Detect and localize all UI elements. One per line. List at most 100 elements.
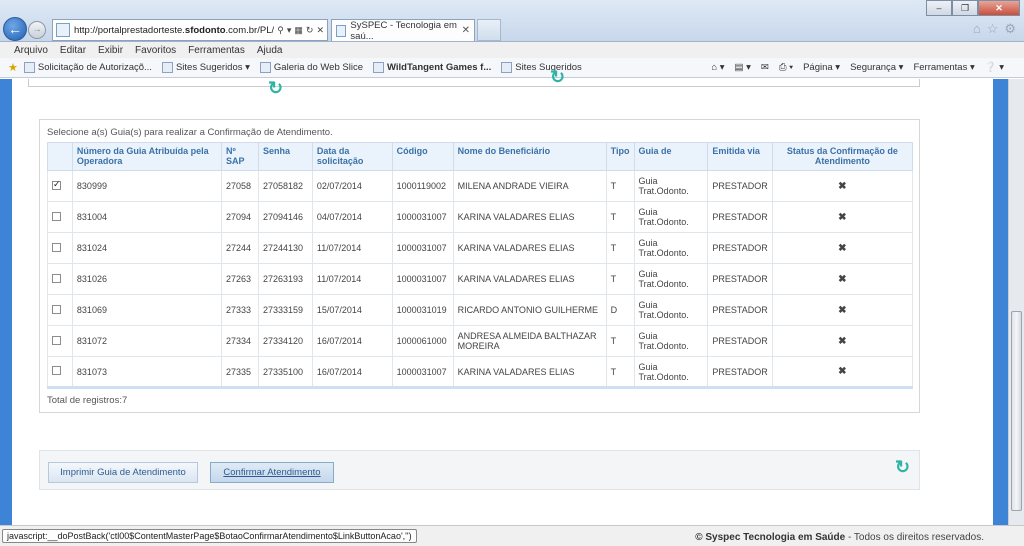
maximize-button[interactable]: ❐	[952, 0, 978, 16]
grid-intro: Selecione a(s) Guia(s) para realizar a C…	[47, 127, 333, 138]
header-status: Status da Confirmação de Atendimento	[771, 142, 914, 171]
table-row: 831073 27335 27335100 16/07/2014 1000031007 K…	[47, 356, 914, 389]
cell-numero: 831072	[71, 325, 222, 357]
search-icon[interactable]: ⚲	[277, 25, 284, 36]
header-data: Data da solicitação	[311, 142, 393, 171]
gear-icon[interactable]: ⚙	[1004, 21, 1016, 37]
menu-seguranca[interactable]: Segurança ▾	[850, 62, 903, 73]
cell-sap: 27244	[220, 232, 259, 264]
row-checkbox[interactable]	[52, 366, 61, 375]
status-error-icon: ✖	[771, 294, 914, 326]
favorite-item[interactable]: Sites Sugeridos ▾	[161, 62, 250, 73]
cell-senha: 27244130	[257, 232, 313, 264]
row-checkbox[interactable]	[52, 242, 61, 252]
menu-pagina[interactable]: Página ▾	[803, 62, 840, 73]
page-icon	[372, 62, 384, 73]
cell-via: PRESTADOR	[707, 325, 773, 357]
forward-button[interactable]: →	[28, 21, 46, 39]
cell-via: PRESTADOR	[707, 356, 773, 389]
cell-nome: MILENA ANDRADE VIEIRA	[452, 170, 607, 202]
address-url[interactable]: http://portalprestadorteste.sfodonto.com…	[74, 25, 274, 36]
row-checkbox[interactable]	[52, 273, 61, 283]
row-checkbox[interactable]	[52, 211, 61, 221]
cell-data: 02/07/2014	[311, 170, 393, 202]
guides-table: Número da Guia Atribuída pela Operadora …	[47, 142, 914, 389]
browser-tab[interactable]: SySPEC - Tecnologia em saú... ✕	[331, 19, 475, 42]
new-tab-button[interactable]	[477, 19, 501, 41]
status-link-preview: javascript:__doPostBack('ctl00$ContentMa…	[2, 529, 417, 543]
cell-data: 11/07/2014	[311, 263, 393, 295]
favorites-star-icon[interactable]: ★	[8, 61, 18, 74]
favorite-item[interactable]: WildTangent Games f...	[372, 62, 491, 73]
cell-codigo: 1000031007	[391, 201, 454, 233]
row-select-cell	[47, 263, 73, 295]
cell-sap: 27333	[220, 294, 259, 326]
cell-nome: KARINA VALADARES ELIAS	[452, 201, 607, 233]
refresh-icon[interactable]: ↻	[550, 67, 565, 88]
cell-data: 16/07/2014	[311, 325, 393, 357]
favorite-item[interactable]: Sites Sugeridos	[501, 62, 582, 73]
page-viewport: ↻ ↻ Selecione a(s) Guia(s) para realizar…	[0, 67, 1024, 525]
browser-titlebar: ← → http://portalprestadorteste.sfodonto…	[0, 0, 1024, 42]
mail-icon[interactable]: ✉	[761, 62, 769, 73]
page-icon	[259, 62, 271, 73]
header-codigo: Código	[391, 142, 454, 171]
cell-data: 16/07/2014	[311, 356, 393, 389]
menu-ferramentas[interactable]: Ferramentas	[182, 45, 251, 56]
row-checkbox[interactable]	[52, 304, 61, 314]
browser-right-icons: ⌂ ☆ ⚙	[973, 21, 1016, 37]
total-records: Total de registros:7	[47, 395, 128, 406]
header-senha: Senha	[257, 142, 313, 171]
help-icon[interactable]: ❔ ▾	[985, 62, 1004, 73]
header-numero: Número da Guia Atribuída pela Operadora	[71, 142, 222, 171]
row-select-cell	[47, 294, 73, 326]
feeds-icon[interactable]: ▤ ▾	[734, 62, 750, 73]
menu-bar: Arquivo Editar Exibir Favoritos Ferramen…	[0, 42, 1024, 58]
home-icon[interactable]: ⌂	[973, 21, 981, 37]
row-checkbox[interactable]	[52, 179, 61, 190]
refresh-icon[interactable]: ↻	[268, 78, 283, 99]
address-dropdown-icon[interactable]: ▾	[287, 25, 292, 36]
stop-icon[interactable]: ✕	[316, 25, 324, 36]
row-checkbox[interactable]	[52, 335, 61, 345]
status-error-icon: ✖	[771, 325, 914, 357]
cell-senha: 27058182	[257, 170, 313, 202]
minimize-button[interactable]: –	[926, 0, 952, 16]
cell-codigo: 1000031007	[391, 263, 454, 295]
status-error-icon: ✖	[771, 201, 914, 233]
favorites-star-icon[interactable]: ☆	[987, 21, 999, 37]
scrollbar-thumb[interactable]	[1011, 311, 1022, 511]
cell-tipo: T	[605, 356, 635, 389]
status-error-icon: ✖	[771, 232, 914, 264]
menu-arquivo[interactable]: Arquivo	[8, 45, 54, 56]
cell-codigo: 1000119002	[391, 170, 454, 202]
back-button[interactable]: ←	[3, 17, 27, 41]
menu-ajuda[interactable]: Ajuda	[251, 45, 289, 56]
page-icon	[501, 62, 513, 73]
refresh-icon[interactable]: ↻	[306, 25, 314, 36]
refresh-icon[interactable]: ↻	[895, 457, 910, 478]
table-row: 831024 27244 27244130 11/07/2014 1000031007 K…	[47, 232, 914, 264]
confirm-attendance-button[interactable]: Confirmar Atendimento	[210, 462, 334, 483]
vertical-scrollbar[interactable]	[1008, 79, 1024, 525]
favorite-item[interactable]: Solicitação de Autorizaçõ...	[23, 62, 152, 73]
cell-data: 15/07/2014	[311, 294, 393, 326]
tab-close-icon[interactable]: ✕	[462, 25, 470, 36]
favorite-item[interactable]: Galeria do Web Slice	[259, 62, 363, 73]
menu-ferramentas-cmd[interactable]: Ferramentas ▾	[913, 62, 974, 73]
menu-editar[interactable]: Editar	[54, 45, 92, 56]
menu-exibir[interactable]: Exibir	[92, 45, 129, 56]
cell-data: 11/07/2014	[311, 232, 393, 264]
print-guide-button[interactable]: Imprimir Guia de Atendimento	[48, 462, 198, 483]
address-bar[interactable]: http://portalprestadorteste.sfodonto.com…	[52, 19, 328, 41]
status-bar: javascript:__doPostBack('ctl00$ContentMa…	[0, 525, 1024, 546]
cell-guia: Guia Trat.Odonto.	[633, 263, 709, 295]
print-icon[interactable]: ⎙ ▾	[779, 62, 793, 73]
header-select	[47, 142, 73, 171]
compat-view-icon[interactable]: ▦	[294, 25, 303, 36]
cell-via: PRESTADOR	[707, 294, 773, 326]
home-icon[interactable]: ⌂ ▾	[711, 62, 724, 73]
close-window-button[interactable]: ✕	[978, 0, 1020, 16]
menu-favoritos[interactable]: Favoritos	[129, 45, 182, 56]
row-select-cell	[47, 325, 73, 357]
